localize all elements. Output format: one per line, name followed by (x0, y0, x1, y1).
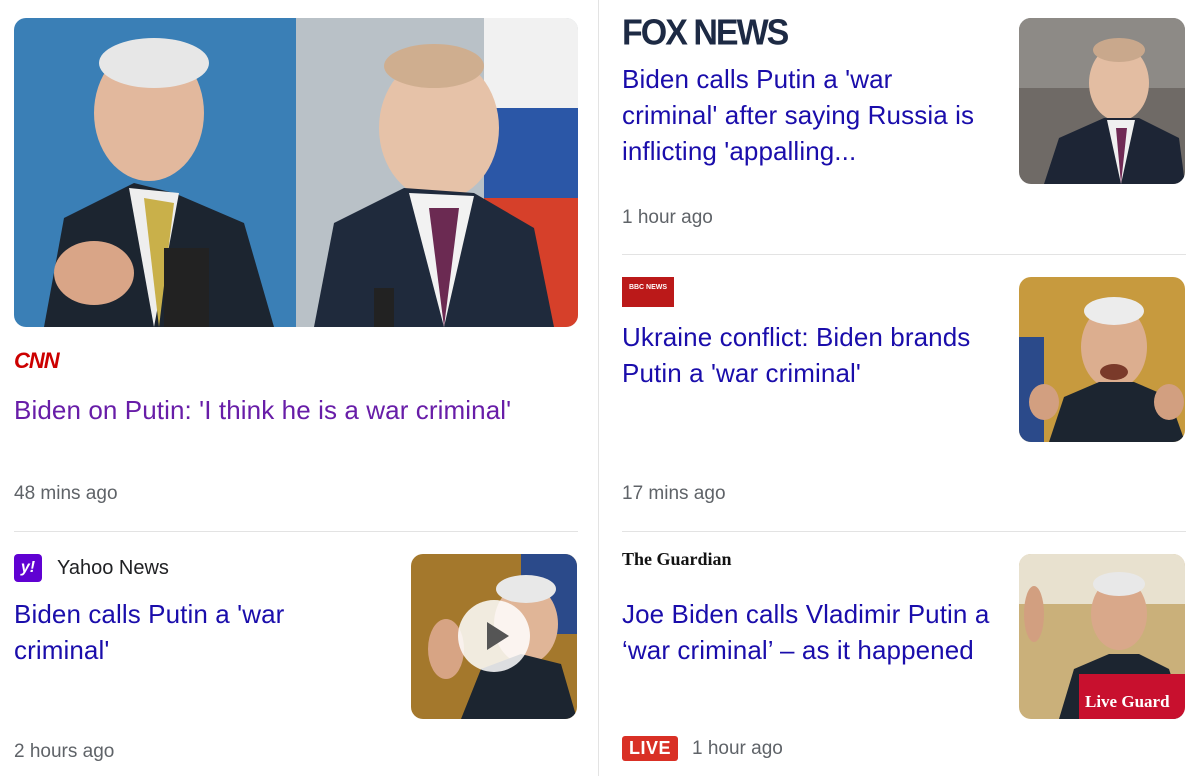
play-icon[interactable] (458, 600, 530, 672)
row-divider-right-1 (622, 254, 1186, 255)
cnn-logo: CNN (14, 348, 60, 373)
live-badge: LIVE (622, 736, 679, 761)
guardian-article-thumbnail: Live Guard (1019, 554, 1185, 719)
bbc-news-logo: BBC NEWS (622, 277, 674, 307)
guardian-logo: The Guardian (622, 549, 732, 569)
yahoo-source-name: Yahoo News (57, 557, 169, 579)
bbc-headline[interactable]: Ukraine conflict: Biden brands Putin a '… (622, 319, 992, 391)
fox-article-card[interactable]: FOX NEWS Biden calls Putin a 'war crimin… (622, 13, 1186, 236)
yahoo-timestamp: 2 hours ago (14, 741, 115, 762)
row-divider-right-2 (622, 531, 1186, 532)
fox-article-thumbnail (1019, 18, 1185, 184)
cnn-timestamp: 48 mins ago (14, 483, 118, 504)
bbc-article-thumbnail (1019, 277, 1185, 442)
bbc-timestamp: 17 mins ago (622, 483, 726, 504)
guardian-thumb-overlay: Live Guard (1085, 692, 1170, 711)
yahoo-article-card[interactable]: y! Yahoo News Biden calls Putin a 'war c… (14, 552, 578, 772)
guardian-timestamp: 1 hour ago (692, 738, 783, 759)
fox-timestamp: 1 hour ago (622, 207, 713, 228)
fox-news-logo: FOX NEWS (622, 13, 789, 53)
cnn-headline[interactable]: Biden on Putin: 'I think he is a war cri… (14, 392, 578, 428)
bbc-article-card[interactable]: BBC NEWS Ukraine conflict: Biden brands … (622, 276, 1186, 516)
row-divider-left (14, 531, 578, 532)
yahoo-video-thumbnail[interactable] (411, 554, 577, 719)
cnn-article-image (14, 18, 578, 327)
cnn-article-card[interactable]: CNN Biden on Putin: 'I think he is a war… (14, 18, 578, 518)
yahoo-logo-icon: y! (14, 554, 42, 582)
column-divider (598, 0, 599, 776)
yahoo-headline[interactable]: Biden calls Putin a 'war criminal' (14, 596, 374, 668)
fox-headline[interactable]: Biden calls Putin a 'war criminal' after… (622, 61, 992, 169)
guardian-headline[interactable]: Joe Biden calls Vladimir Putin a ‘war cr… (622, 596, 1002, 668)
guardian-article-card[interactable]: The Guardian Joe Biden calls Vladimir Pu… (622, 549, 1186, 772)
